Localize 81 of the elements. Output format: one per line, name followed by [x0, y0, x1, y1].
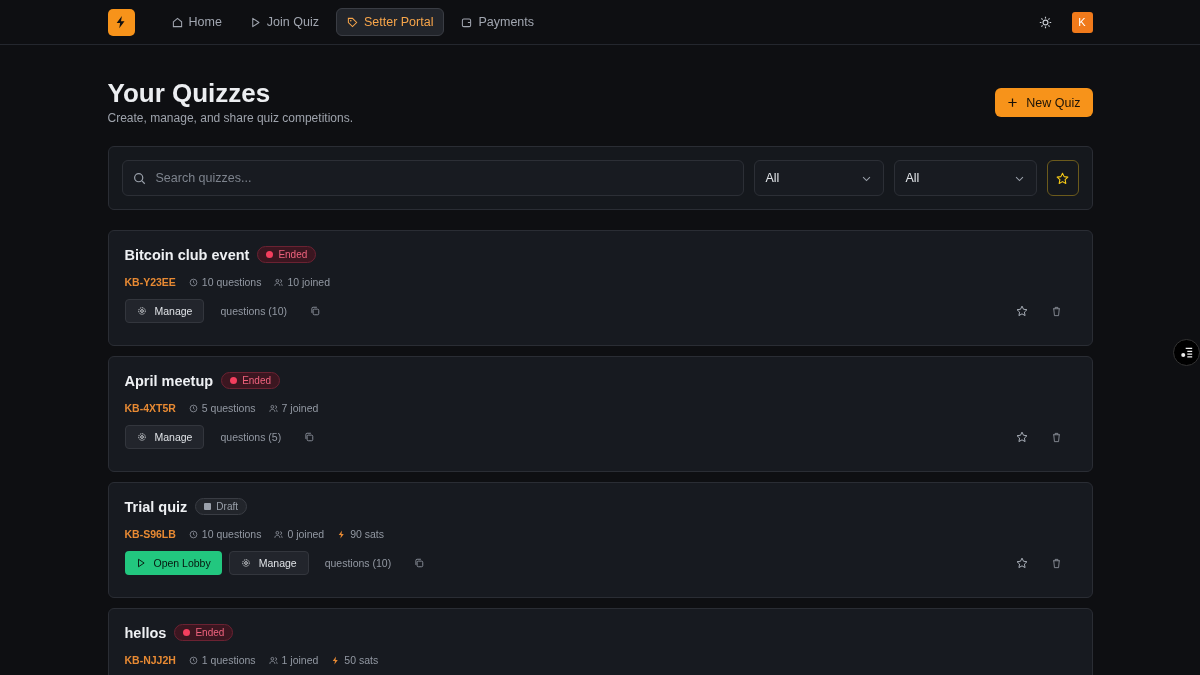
questions-link[interactable]: questions (10)	[324, 557, 392, 569]
gear-icon	[136, 306, 147, 316]
manage-button[interactable]: Manage	[124, 425, 205, 449]
page-title: Your Quizzes	[107, 78, 272, 108]
plus-icon	[1007, 97, 1019, 108]
joined-count: 0 joined	[287, 528, 325, 540]
trash-icon	[1050, 557, 1062, 569]
users-icon	[268, 403, 278, 413]
clock-icon	[188, 277, 198, 287]
question-count: 1 questions	[201, 654, 256, 666]
clock-icon	[188, 403, 198, 413]
users-icon	[268, 655, 278, 665]
nav-link[interactable]: Join Quiz	[238, 8, 330, 36]
reward-amount: 50 sats	[344, 654, 379, 666]
quiz-title: Bitcoin club event	[124, 246, 250, 263]
copy-button[interactable]	[414, 558, 425, 568]
play-icon	[135, 558, 146, 568]
joined-count: 10 joined	[287, 276, 331, 288]
clock-icon	[188, 529, 198, 539]
question-count: 5 questions	[201, 402, 256, 414]
open-lobby-button[interactable]: Open Lobby	[124, 551, 222, 575]
new-quiz-button[interactable]: New Quiz	[995, 88, 1093, 117]
star-icon	[1056, 171, 1069, 185]
reward-amount: 90 sats	[350, 528, 385, 540]
quiz-title: April meetup	[124, 372, 214, 389]
copy-icon	[414, 558, 425, 568]
home-icon	[171, 16, 183, 28]
star-icon	[1015, 431, 1028, 443]
quiz-code: KB-Y23EE	[124, 276, 176, 288]
wallet-icon	[461, 16, 473, 28]
tag-icon	[346, 16, 358, 28]
search-icon	[132, 171, 146, 185]
filter-dropdown[interactable]: All	[893, 160, 1037, 196]
clock-icon	[188, 655, 198, 665]
status-badge: Draft	[195, 498, 247, 515]
quiz-code: KB-S96LB	[124, 528, 176, 540]
gear-icon	[136, 432, 147, 442]
joined-count: 7 joined	[281, 402, 319, 414]
manage-button[interactable]: Manage	[228, 551, 309, 575]
delete-button[interactable]	[1050, 557, 1062, 569]
nav-link[interactable]: Payments	[450, 8, 546, 36]
sun-icon	[1038, 15, 1052, 29]
filter-dropdown[interactable]: All	[753, 160, 884, 196]
question-count: 10 questions	[201, 528, 262, 540]
theme-toggle[interactable]	[1038, 15, 1052, 29]
play-icon	[249, 16, 261, 28]
copy-icon	[304, 432, 315, 442]
favorite-button[interactable]	[1015, 305, 1028, 317]
trash-icon	[1050, 431, 1062, 443]
status-badge: Ended	[257, 246, 317, 263]
status-badge: Ended	[221, 372, 281, 389]
status-badge: Ended	[174, 624, 234, 641]
users-icon	[274, 529, 284, 539]
delete-button[interactable]	[1050, 431, 1062, 443]
copy-button[interactable]	[304, 432, 315, 442]
users-icon	[274, 277, 284, 287]
star-icon	[1015, 557, 1028, 569]
quiz-code: KB-NJJ2H	[124, 654, 176, 666]
star-icon	[1015, 305, 1028, 317]
copy-icon	[310, 306, 320, 316]
favorite-button[interactable]	[1015, 557, 1028, 569]
app-logo[interactable]	[107, 8, 135, 36]
favorites-filter-button[interactable]	[1046, 160, 1079, 196]
quiz-code: KB-4XT5R	[124, 402, 176, 414]
manage-button[interactable]: Manage	[124, 299, 205, 323]
joined-count: 1 joined	[281, 654, 319, 666]
quiz-title: hellos	[124, 624, 167, 641]
trash-icon	[1050, 305, 1062, 317]
gear-icon	[240, 558, 251, 568]
question-count: 10 questions	[201, 276, 262, 288]
favorite-button[interactable]	[1015, 431, 1028, 443]
menu-icon	[1180, 346, 1193, 359]
quiz-title: Trial quiz	[124, 498, 188, 515]
delete-button[interactable]	[1050, 305, 1062, 317]
nav-link[interactable]: Setter Portal	[335, 8, 445, 36]
copy-button[interactable]	[310, 306, 320, 316]
floating-menu-button[interactable]	[1173, 339, 1200, 366]
questions-link[interactable]: questions (5)	[220, 431, 282, 443]
page-subtitle: Create, manage, and share quiz competitions.	[107, 111, 353, 125]
nav-link[interactable]: Home	[160, 8, 233, 36]
questions-link[interactable]: questions (10)	[220, 305, 287, 317]
